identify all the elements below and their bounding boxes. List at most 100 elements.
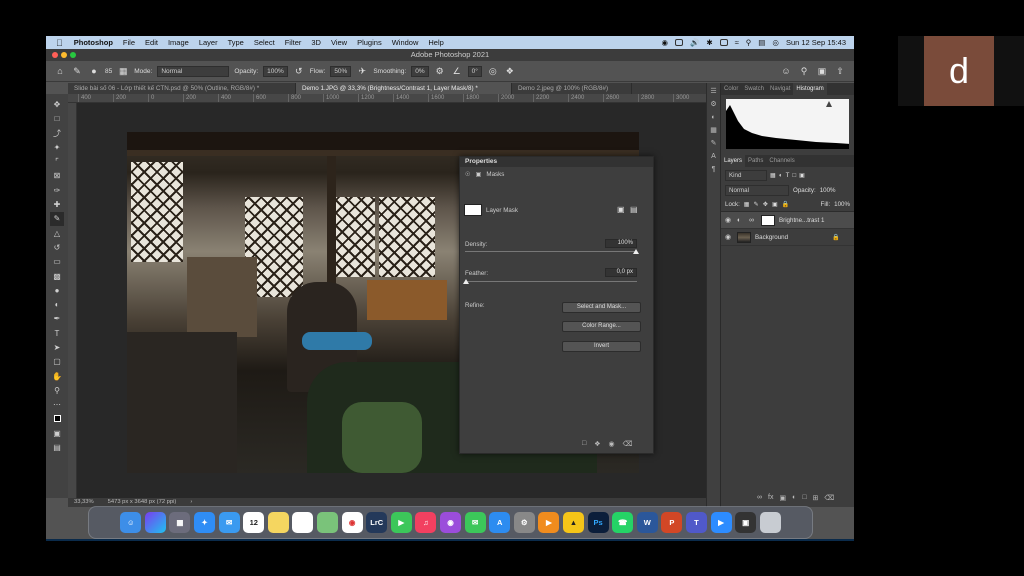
- filter-pixel-icon[interactable]: ▦: [770, 172, 776, 179]
- dock-vlc-icon[interactable]: ▶: [538, 512, 560, 533]
- brush-settings-icon[interactable]: ▦: [117, 66, 129, 77]
- adjustment-icon[interactable]: ☉: [465, 171, 471, 178]
- menubar-datetime[interactable]: Sun 12 Sep 15:43: [786, 38, 846, 47]
- dock-notes-icon[interactable]: [267, 512, 289, 533]
- dock-powerpoint-icon[interactable]: P: [661, 512, 683, 533]
- dock-teams-icon[interactable]: T: [685, 512, 707, 533]
- record-icon[interactable]: ◉: [661, 38, 668, 47]
- eraser-tool-icon[interactable]: ▭: [50, 255, 64, 268]
- layer-opacity-value[interactable]: 100%: [820, 187, 836, 194]
- menu-help[interactable]: Help: [423, 38, 448, 47]
- feather-slider[interactable]: [465, 281, 637, 282]
- volume-icon[interactable]: 🔊: [690, 38, 699, 47]
- dock-safari-icon[interactable]: ✦: [194, 512, 216, 533]
- share-icon[interactable]: ⇧: [834, 66, 846, 77]
- dock-zoom-icon[interactable]: ▶: [710, 512, 732, 533]
- layer-style-icon[interactable]: fx: [768, 494, 773, 502]
- menu-select[interactable]: Select: [249, 38, 280, 47]
- pen-tool-icon[interactable]: ✒: [50, 312, 64, 325]
- dock-podcasts-icon[interactable]: ◉: [440, 512, 461, 533]
- filter-shape-icon[interactable]: □: [792, 172, 796, 179]
- tab-slide-document[interactable]: Slide bài số 06 - Lớp thiết kế CTN.psd @…: [68, 83, 296, 94]
- character-panel-icon[interactable]: A: [709, 152, 719, 162]
- adjustments-panel-icon[interactable]: ◐: [709, 113, 719, 123]
- symmetry-icon[interactable]: ❖: [504, 66, 516, 77]
- lock-transparent-icon[interactable]: ▦: [744, 201, 750, 208]
- dock-drop-icon[interactable]: ▲: [562, 512, 584, 533]
- dock-launchpad-icon[interactable]: ▦: [169, 512, 191, 533]
- lock-all-icon[interactable]: 🔒: [782, 200, 790, 208]
- add-vector-mask-icon[interactable]: ▤: [630, 205, 638, 214]
- load-selection-icon[interactable]: □: [582, 440, 586, 448]
- lasso-tool-icon[interactable]: ⤴: [50, 127, 64, 140]
- mode-select[interactable]: Normal: [157, 65, 230, 77]
- dock-siri-icon[interactable]: [144, 512, 166, 533]
- dock-system-preferences-icon[interactable]: ⚙: [513, 512, 535, 533]
- brush-size[interactable]: 85: [105, 68, 112, 75]
- menu-3d[interactable]: 3D: [306, 38, 326, 47]
- layer-name[interactable]: Background: [755, 234, 788, 241]
- blend-mode-select[interactable]: Normal: [725, 185, 789, 196]
- dock-word-icon[interactable]: W: [636, 512, 658, 533]
- tab-demo-2[interactable]: Demo 2.jpeg @ 100% (RGB/8#): [512, 83, 632, 94]
- select-mask-icon[interactable]: ▣: [617, 205, 625, 214]
- dock-music-icon[interactable]: ♫: [415, 512, 437, 533]
- tab-navigator[interactable]: Navigat: [767, 83, 793, 95]
- new-adjustment-icon[interactable]: ◐: [792, 494, 796, 502]
- tab-histogram[interactable]: Histogram: [793, 83, 827, 95]
- density-slider-handle[interactable]: [633, 249, 639, 254]
- dock-mail-icon[interactable]: ✉: [218, 512, 240, 533]
- clone-stamp-tool-icon[interactable]: △: [50, 227, 64, 240]
- dock-reminders-icon[interactable]: [292, 512, 314, 533]
- marquee-tool-icon[interactable]: □: [50, 112, 64, 125]
- chain-link-icon[interactable]: ∞: [749, 217, 757, 224]
- dock-trash-icon[interactable]: [759, 512, 781, 533]
- angle-field[interactable]: 0°: [467, 65, 482, 77]
- control-center-icon[interactable]: ▤: [758, 38, 765, 47]
- brush-tool-icon[interactable]: ✎: [71, 66, 83, 77]
- dock-screenshot-icon[interactable]: ▣: [735, 512, 757, 533]
- delete-layer-icon[interactable]: ⌫: [824, 494, 834, 502]
- screen-share-icon[interactable]: [675, 39, 684, 46]
- menu-window[interactable]: Window: [387, 38, 424, 47]
- battery-icon[interactable]: [719, 39, 728, 46]
- quick-select-tool-icon[interactable]: ✦: [50, 141, 64, 154]
- density-value[interactable]: 100%: [605, 239, 637, 248]
- menu-file[interactable]: File: [118, 38, 140, 47]
- tab-demo-1[interactable]: Demo 1.JPG @ 33,3% (Brightness/Contrast …: [296, 83, 512, 94]
- dock-maps-icon[interactable]: [317, 512, 339, 533]
- lock-move-icon[interactable]: ✥: [763, 201, 768, 208]
- dock-messages-icon[interactable]: ✉: [464, 512, 486, 533]
- layer-mask-thumbnail-small[interactable]: [761, 214, 775, 226]
- crop-tool-icon[interactable]: ⌜: [50, 155, 64, 168]
- search-ps-icon[interactable]: ⚲: [798, 66, 810, 77]
- menu-layer[interactable]: Layer: [194, 38, 223, 47]
- history-panel-icon[interactable]: ☰: [709, 87, 719, 97]
- minimize-window-button[interactable]: [61, 52, 67, 58]
- history-brush-tool-icon[interactable]: ↺: [50, 241, 64, 254]
- pressure-opacity-icon[interactable]: ↺: [293, 66, 305, 77]
- menu-image[interactable]: Image: [163, 38, 194, 47]
- new-layer-icon[interactable]: ⊞: [813, 494, 819, 502]
- airbrush-icon[interactable]: ✈: [356, 66, 368, 77]
- brush-tool-icon[interactable]: ✎: [50, 212, 64, 226]
- close-window-button[interactable]: [52, 52, 58, 58]
- new-group-icon[interactable]: □: [802, 494, 806, 502]
- flow-field[interactable]: 50%: [330, 65, 352, 77]
- dock-chrome-icon[interactable]: ◉: [341, 512, 363, 533]
- more-tools-icon[interactable]: ⋯: [50, 398, 64, 411]
- brush-panel-icon[interactable]: ✎: [709, 139, 719, 149]
- properties-panel-icon[interactable]: ⚙: [709, 100, 719, 110]
- eye-icon[interactable]: ◉: [725, 216, 733, 224]
- dock-photoshop-icon[interactable]: Ps: [587, 512, 609, 533]
- feather-slider-handle[interactable]: [463, 279, 469, 284]
- select-and-mask-button[interactable]: Select and Mask...: [562, 302, 641, 313]
- mask-icon[interactable]: ▣: [476, 171, 482, 178]
- filter-smart-icon[interactable]: ▣: [799, 172, 805, 179]
- filter-kind-select[interactable]: Kind: [725, 170, 767, 181]
- density-slider[interactable]: [465, 251, 637, 252]
- feather-value[interactable]: 0,0 px: [605, 268, 637, 277]
- brush-preset-icon[interactable]: ●: [88, 66, 100, 77]
- shape-tool-icon[interactable]: ▢: [50, 355, 64, 368]
- properties-title[interactable]: Properties: [460, 157, 653, 167]
